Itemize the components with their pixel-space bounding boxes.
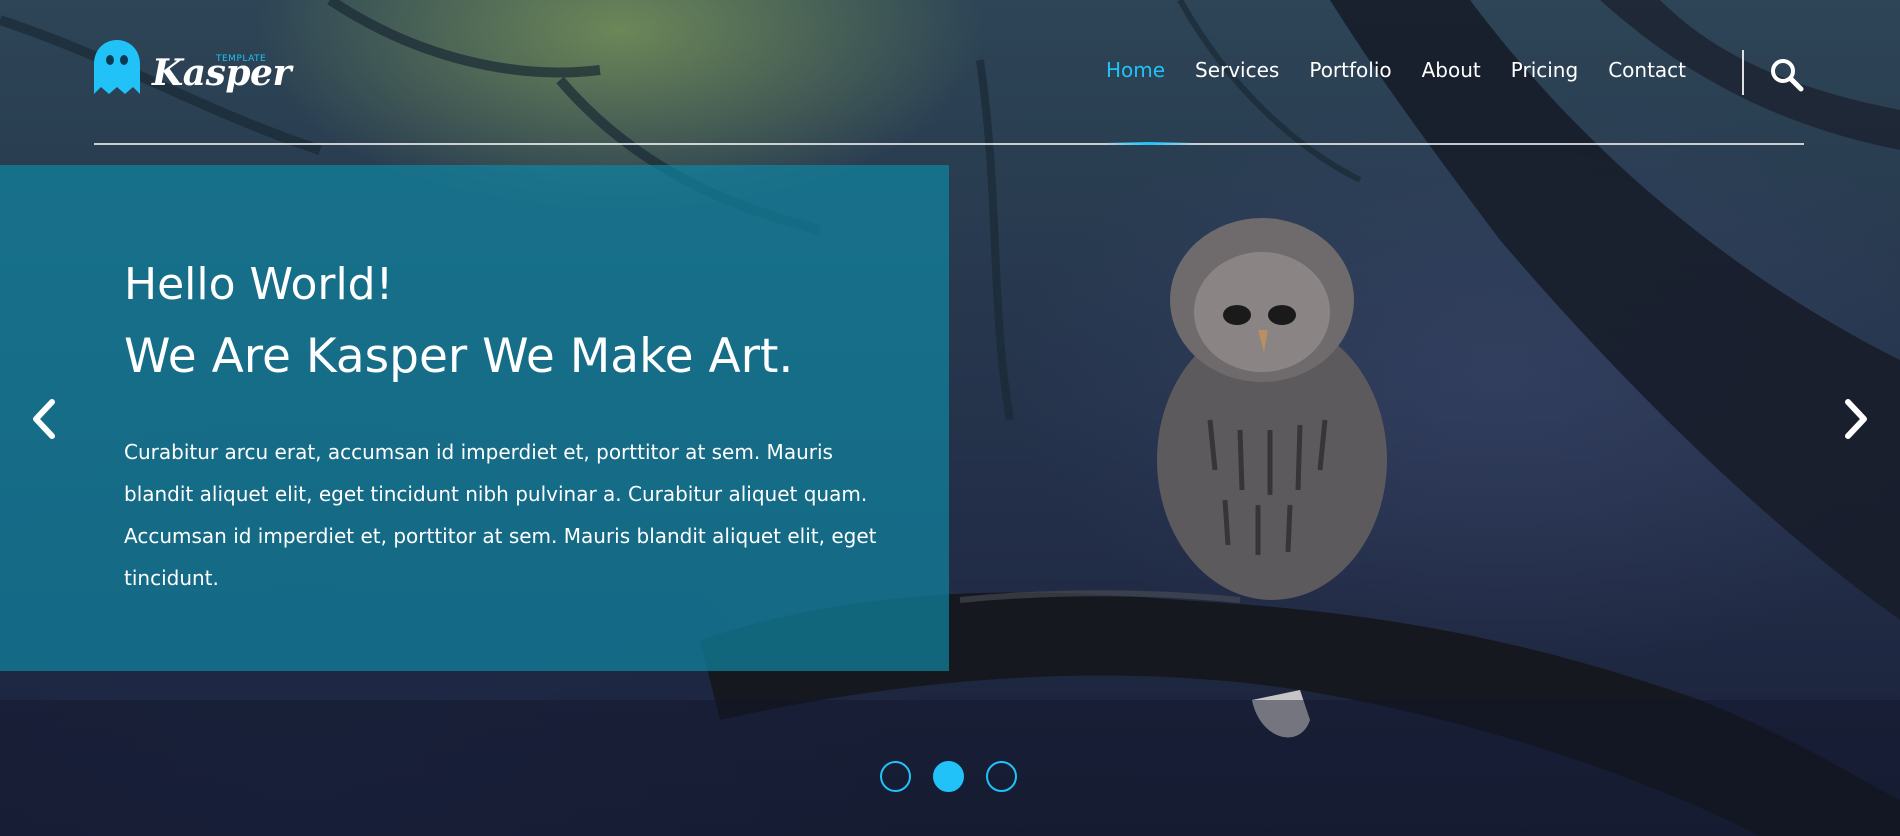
nav-item-about[interactable]: About bbox=[1422, 58, 1481, 82]
slider-prev-button[interactable] bbox=[28, 398, 60, 444]
slider-dot-2[interactable] bbox=[933, 761, 964, 792]
slider-pagination bbox=[880, 761, 1017, 792]
chevron-left-icon bbox=[33, 399, 55, 439]
hero-caption-panel: Hello World! We Are Kasper We Make Art. … bbox=[0, 165, 949, 671]
hero-subtitle: We Are Kasper We Make Art. bbox=[124, 329, 794, 384]
nav-item-pricing[interactable]: Pricing bbox=[1511, 58, 1578, 82]
nav-divider bbox=[1742, 50, 1744, 95]
slider-dot-3[interactable] bbox=[986, 761, 1017, 792]
search-icon bbox=[1771, 59, 1804, 92]
hero-title: Hello World! bbox=[124, 259, 394, 310]
slider-next-button[interactable] bbox=[1840, 398, 1872, 444]
slider-dot-1[interactable] bbox=[880, 761, 911, 792]
site-header: TEMPLATE Kasper Home Services Portfolio … bbox=[94, 0, 1804, 146]
nav-item-portfolio[interactable]: Portfolio bbox=[1309, 58, 1391, 82]
logo-link[interactable]: TEMPLATE Kasper bbox=[94, 38, 291, 104]
nav-active-indicator bbox=[1104, 142, 1194, 145]
logo-wordmark: Kasper bbox=[152, 52, 291, 94]
header-divider-line bbox=[94, 143, 1804, 145]
hero-description: Curabitur arcu erat, accumsan id imperdi… bbox=[124, 440, 877, 590]
ghost-icon bbox=[94, 40, 140, 94]
nav-item-home[interactable]: Home bbox=[1106, 58, 1165, 82]
chevron-right-icon bbox=[1845, 399, 1867, 439]
nav-item-services[interactable]: Services bbox=[1195, 58, 1279, 82]
search-button[interactable] bbox=[1770, 58, 1804, 92]
main-navigation: Home Services Portfolio About Pricing Co… bbox=[1106, 58, 1686, 82]
nav-item-contact[interactable]: Contact bbox=[1608, 58, 1686, 82]
